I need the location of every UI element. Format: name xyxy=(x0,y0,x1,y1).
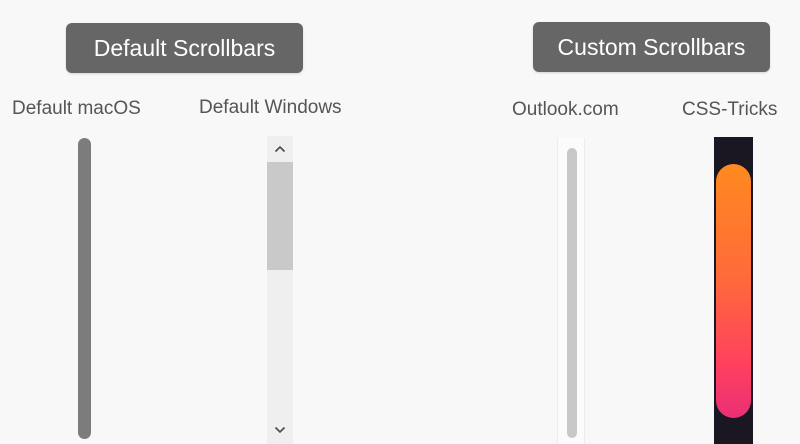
chevron-down-icon xyxy=(274,426,286,434)
windows-scrollbar-thumb[interactable] xyxy=(267,162,293,270)
css-tricks-scrollbar-track[interactable] xyxy=(714,137,753,444)
css-tricks-scrollbar-thumb[interactable] xyxy=(716,164,751,418)
chevron-up-icon xyxy=(274,145,286,153)
css-tricks-label: CSS-Tricks xyxy=(682,99,778,120)
macos-scrollbar-thumb[interactable] xyxy=(78,138,91,439)
custom-scrollbars-heading: Custom Scrollbars xyxy=(533,22,770,72)
outlook-label: Outlook.com xyxy=(512,99,619,120)
windows-scrollbar-track[interactable] xyxy=(267,136,293,444)
outlook-scrollbar-thumb[interactable] xyxy=(567,148,577,438)
default-macos-label: Default macOS xyxy=(12,98,141,119)
windows-scroll-down-button[interactable] xyxy=(267,419,293,441)
default-scrollbars-heading: Default Scrollbars xyxy=(66,23,303,73)
default-windows-label: Default Windows xyxy=(199,97,342,118)
windows-scroll-up-button[interactable] xyxy=(267,138,293,160)
outlook-scrollbar-track[interactable] xyxy=(557,138,585,444)
scrollbar-comparison: Default Scrollbars Custom Scrollbars Def… xyxy=(0,0,800,444)
